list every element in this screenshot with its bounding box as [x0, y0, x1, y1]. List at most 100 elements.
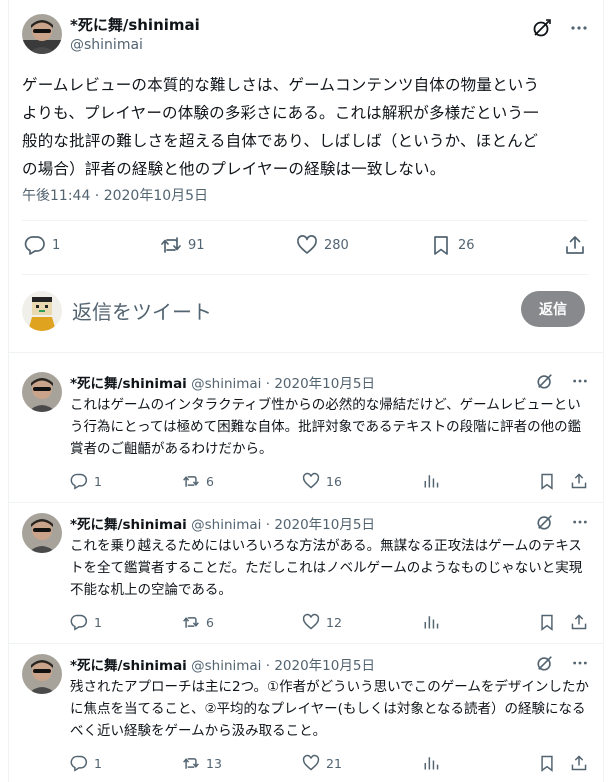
reply-icon [70, 613, 88, 631]
retweet-icon [160, 234, 182, 256]
my-avatar[interactable] [22, 291, 62, 331]
like-count: 12 [326, 614, 342, 630]
retweet-icon [182, 613, 200, 631]
divider [22, 220, 588, 221]
bookmark-count: 26 [458, 237, 475, 253]
share-button[interactable] [570, 754, 588, 772]
display-name[interactable]: *死に舞/shinimai [70, 16, 200, 35]
views-icon [422, 472, 440, 490]
main-tweet-header: *死に舞/shinimai @shinimai [22, 14, 588, 62]
display-name[interactable]: *死に舞/shinimai [70, 658, 187, 674]
reply-actions: 1 13 21 [70, 754, 588, 774]
reply-count: 1 [94, 614, 102, 630]
views-icon [422, 754, 440, 772]
avatar[interactable] [22, 14, 62, 54]
heart-icon [302, 613, 320, 631]
separator: · [265, 376, 271, 392]
bookmark-icon [430, 234, 452, 256]
display-name[interactable]: *死に舞/shinimai [70, 376, 187, 392]
bookmark-button[interactable]: 26 [430, 234, 475, 256]
tweet-actions: 1 91 280 26 [22, 234, 588, 262]
reply-actions: 1 6 16 [70, 472, 588, 492]
heart-icon [302, 472, 320, 490]
reply-date[interactable]: 2020年10月5日 [274, 658, 375, 674]
reply-date[interactable]: 2020年10月5日 [274, 376, 375, 392]
reply-button[interactable]: 1 [70, 472, 102, 490]
retweet-count: 6 [206, 614, 214, 630]
reply-date[interactable]: 2020年10月5日 [274, 517, 375, 533]
grok-icon[interactable] [532, 18, 552, 38]
heart-icon [296, 234, 318, 256]
retweet-button[interactable]: 6 [182, 472, 214, 490]
retweet-icon [182, 472, 200, 490]
reply-icon [24, 234, 46, 256]
tweet-timestamp[interactable]: 午後11:44 · 2020年10月5日 [22, 185, 208, 205]
retweet-button[interactable]: 13 [182, 754, 222, 772]
views-icon [422, 613, 440, 631]
views-button[interactable] [422, 754, 440, 772]
share-button[interactable] [570, 472, 588, 490]
share-button[interactable] [570, 613, 588, 631]
bookmark-icon [538, 754, 556, 772]
reply-icon [70, 472, 88, 490]
reply-composer: 返信をツイート 返信 [22, 288, 588, 334]
retweet-button[interactable]: 6 [182, 613, 214, 631]
tweet-text: ゲームレビューの本質的な難しさは、ゲームコンテンツ自体の物量という よりも、プレ… [22, 76, 540, 178]
user-handle[interactable]: @shinimai [191, 376, 261, 392]
more-icon[interactable] [572, 655, 588, 671]
bookmark-button[interactable] [538, 472, 556, 490]
views-button[interactable] [422, 613, 440, 631]
retweet-count: 6 [206, 473, 214, 489]
like-count: 21 [326, 755, 342, 771]
grok-icon[interactable] [536, 654, 554, 672]
display-name[interactable]: *死に舞/shinimai [70, 517, 187, 533]
divider [22, 274, 588, 275]
reply-button[interactable]: 1 [70, 613, 102, 631]
share-icon [570, 754, 588, 772]
retweet-button[interactable]: 91 [160, 234, 205, 256]
more-icon[interactable] [572, 514, 588, 530]
user-handle[interactable]: @shinimai [191, 517, 261, 533]
user-handle[interactable]: @shinimai [70, 35, 200, 55]
reply-button[interactable]: 1 [70, 754, 102, 772]
like-count: 16 [326, 473, 342, 489]
like-button[interactable]: 280 [296, 234, 349, 256]
share-icon [564, 234, 586, 256]
retweet-count: 13 [206, 755, 222, 771]
separator: · [265, 658, 271, 674]
divider [8, 502, 604, 503]
bookmark-icon [538, 613, 556, 631]
share-button[interactable] [564, 234, 586, 256]
divider [8, 352, 604, 353]
avatar[interactable] [22, 513, 62, 553]
reply-button[interactable]: 1 [24, 234, 60, 256]
views-button[interactable] [422, 472, 440, 490]
bookmark-icon [538, 472, 556, 490]
user-handle[interactable]: @shinimai [191, 658, 261, 674]
reply-icon [70, 754, 88, 772]
reply-text: これを乗り越えるためにはいろいろな方法がある。無謀なる正攻法はゲームのテキストを… [70, 538, 583, 598]
reply-count: 1 [94, 755, 102, 771]
bookmark-button[interactable] [538, 754, 556, 772]
avatar[interactable] [22, 654, 62, 694]
reply-actions: 1 6 12 [70, 613, 588, 633]
like-button[interactable]: 21 [302, 754, 342, 772]
grok-icon[interactable] [536, 372, 554, 390]
reply-count: 1 [94, 473, 102, 489]
more-icon[interactable] [570, 19, 588, 37]
retweet-count: 91 [188, 237, 205, 253]
like-button[interactable]: 12 [302, 613, 342, 631]
reply-input[interactable]: 返信をツイート [72, 296, 212, 325]
reply-text: これはゲームのインタラクティブ性からの必然的な帰結だけど、ゲームレビューという行… [70, 397, 582, 457]
grok-icon[interactable] [536, 513, 554, 531]
like-button[interactable]: 16 [302, 472, 342, 490]
retweet-icon [182, 754, 200, 772]
reply-text: 残されたアプローチは主に2つ。①作者がどういう思いでこのゲームをデザインしたかに… [70, 679, 589, 739]
avatar[interactable] [22, 372, 62, 412]
more-icon[interactable] [572, 373, 588, 389]
reply-count: 1 [52, 237, 61, 253]
reply-submit-button[interactable]: 返信 [521, 291, 585, 327]
share-icon [570, 613, 588, 631]
heart-icon [302, 754, 320, 772]
bookmark-button[interactable] [538, 613, 556, 631]
